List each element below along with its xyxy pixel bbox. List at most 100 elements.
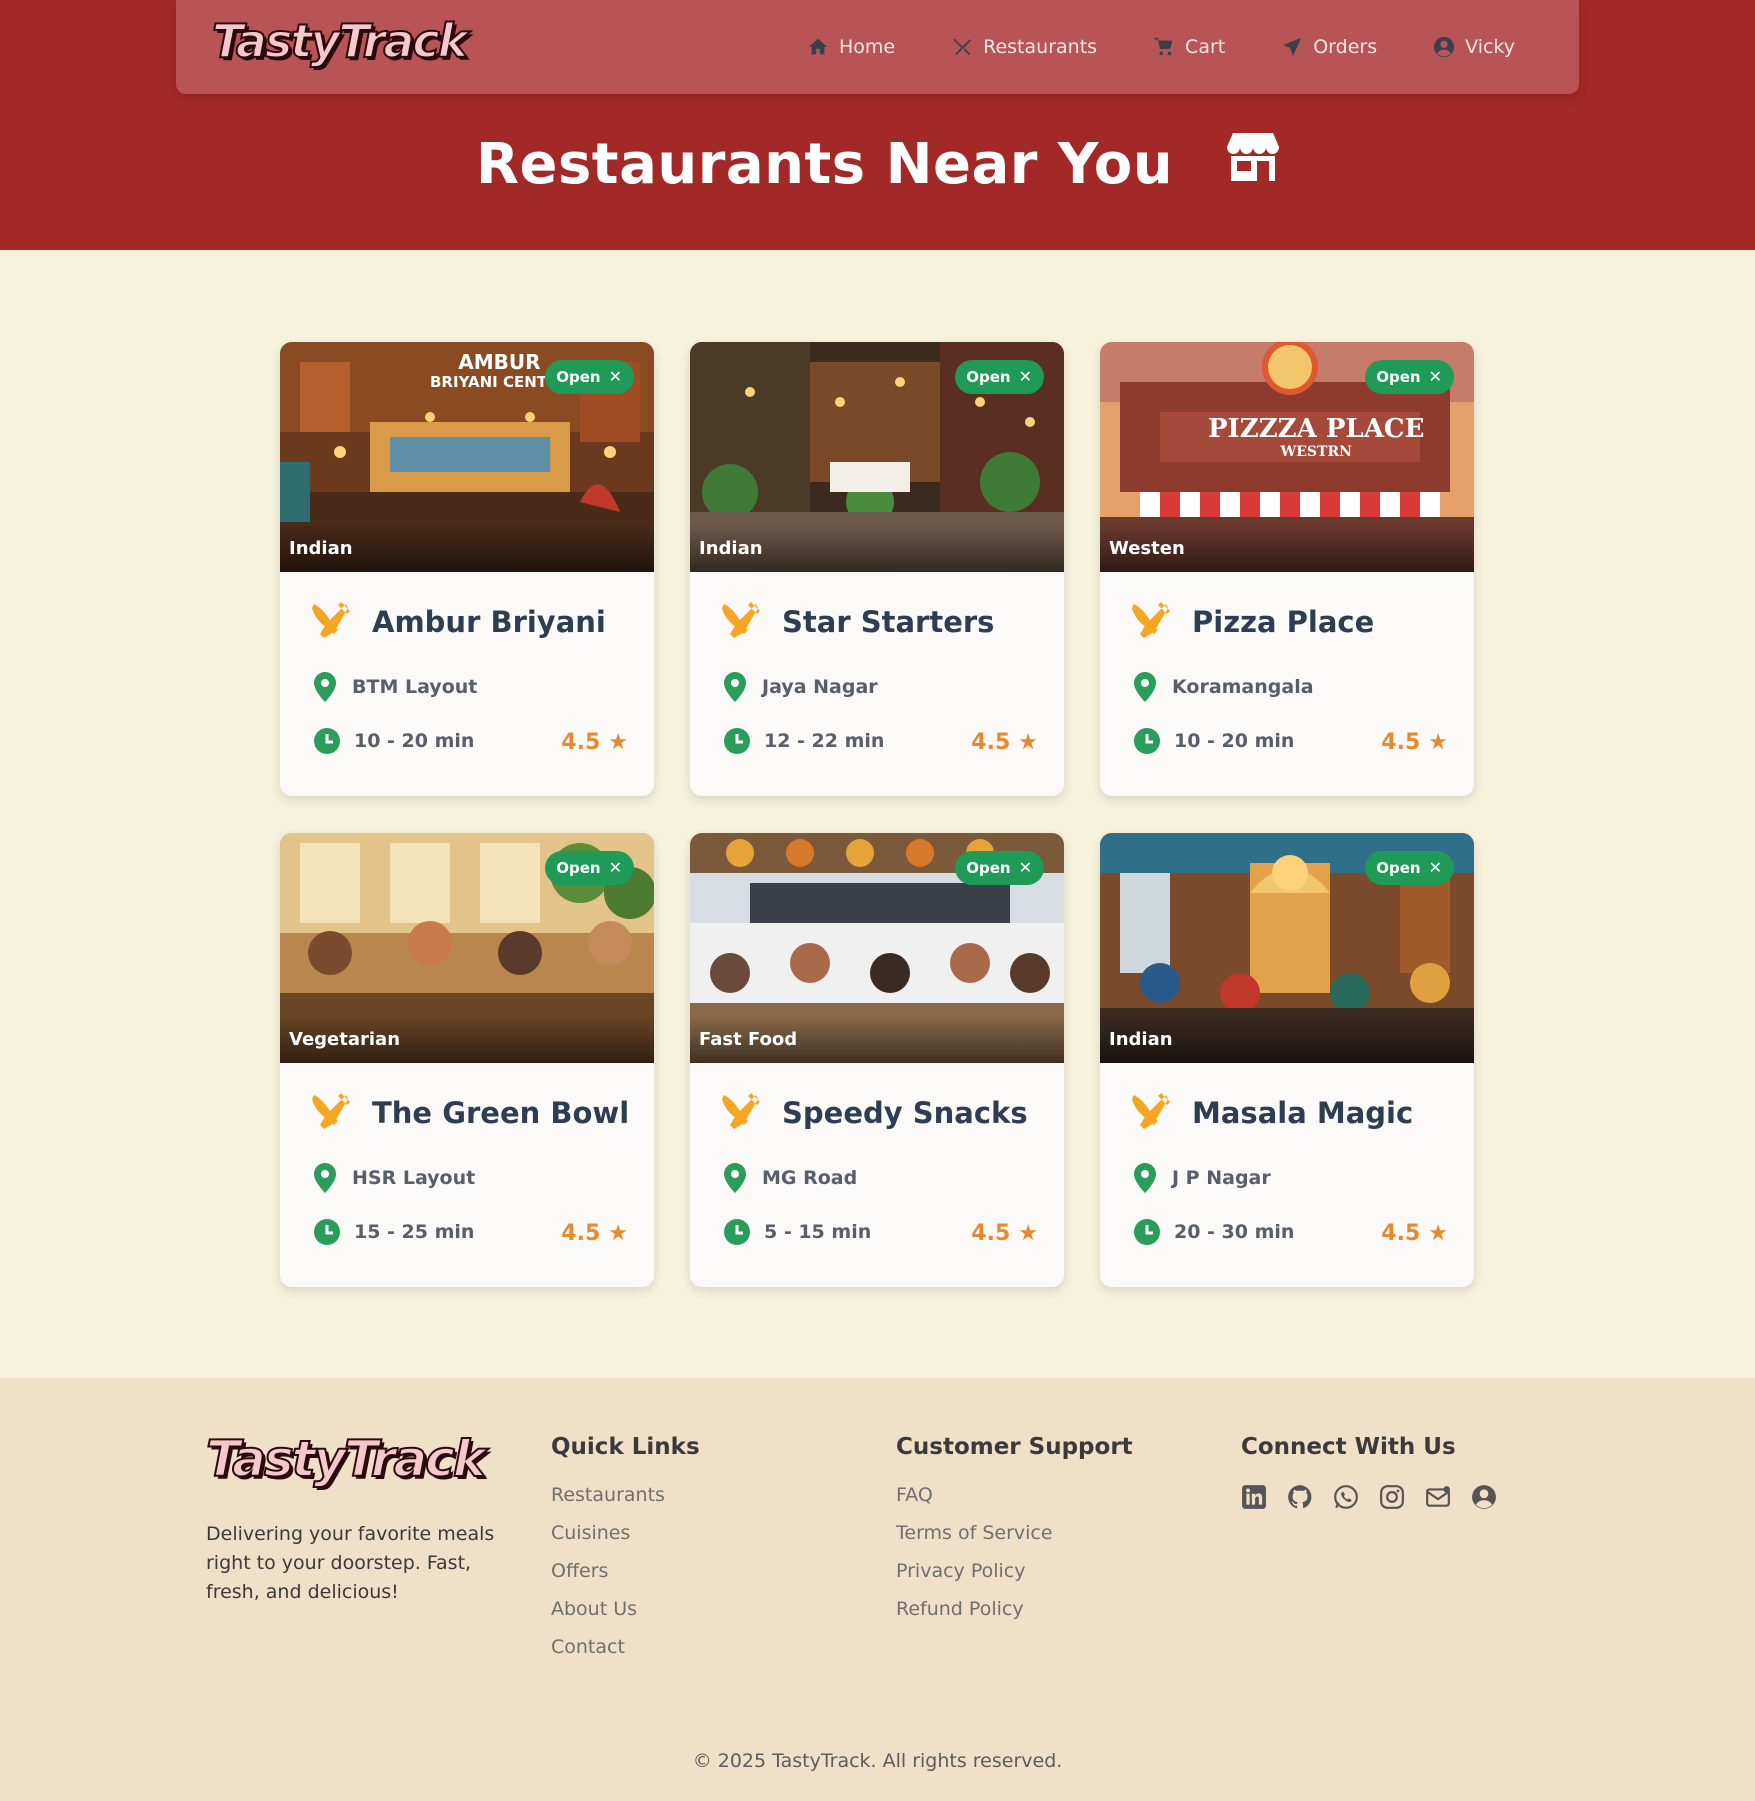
footer-link-restaurants[interactable]: Restaurants: [551, 1484, 700, 1506]
delivery-time: 10 - 20 min: [1174, 730, 1295, 752]
user-circle-icon: [1434, 36, 1455, 58]
rating: 4.5 ★: [1381, 730, 1448, 755]
location-pin-icon: [1134, 672, 1156, 702]
clock-icon: [724, 728, 750, 754]
delivery-time: 10 - 20 min: [354, 730, 475, 752]
restaurant-name: Star Starters: [782, 605, 995, 639]
delivery-time: 20 - 30 min: [1174, 1221, 1295, 1243]
footer-link-privacy[interactable]: Privacy Policy: [896, 1560, 1133, 1582]
location-pin-icon: [314, 672, 336, 702]
footer-link-contact[interactable]: Contact: [551, 1636, 700, 1658]
star-icon: ★: [608, 730, 628, 755]
restaurant-image: PIZZZA PLACE WESTRN Westen Open ✕: [1100, 342, 1474, 572]
footer-link-offers[interactable]: Offers: [551, 1560, 700, 1582]
instagram-icon[interactable]: [1379, 1484, 1405, 1510]
status-badge[interactable]: Open ✕: [955, 360, 1044, 394]
restaurant-sign: PIZZZA PLACE WESTRN: [1208, 414, 1425, 460]
close-icon: ✕: [1018, 367, 1032, 386]
close-icon: ✕: [608, 858, 622, 877]
star-icon: ★: [1428, 1221, 1448, 1246]
status-badge[interactable]: Open ✕: [1365, 851, 1454, 885]
restaurant-location: BTM Layout: [352, 676, 478, 698]
cuisine-label: Vegetarian: [289, 1029, 401, 1050]
customer-support: Customer Support FAQ Terms of Service Pr…: [896, 1434, 1133, 1636]
utensils-icon: [312, 602, 350, 638]
restaurant-card[interactable]: Vegetarian Open ✕ The Green Bowl HSR Layo…: [280, 833, 654, 1287]
footer-link-faq[interactable]: FAQ: [896, 1484, 1133, 1506]
restaurant-location: HSR Layout: [352, 1167, 476, 1189]
home-icon: [808, 38, 828, 55]
cuisine-label: Westen: [1109, 538, 1185, 559]
nav-restaurants[interactable]: Restaurants: [951, 36, 1097, 58]
status-badge[interactable]: Open ✕: [955, 851, 1044, 885]
star-icon: ★: [608, 1221, 628, 1246]
close-icon: ✕: [1428, 858, 1442, 877]
delivery-time: 12 - 22 min: [764, 730, 885, 752]
rating: 4.5 ★: [561, 730, 628, 755]
cart-icon: [1153, 37, 1173, 56]
linkedin-icon[interactable]: [1241, 1484, 1267, 1510]
restaurant-card[interactable]: Indian Open ✕ Star Starters Jaya Nagar 12…: [690, 342, 1064, 796]
store-icon: [1227, 130, 1280, 195]
footer-link-refund[interactable]: Refund Policy: [896, 1598, 1133, 1620]
restaurant-card[interactable]: Fast Food Open ✕ Speedy Snacks MG Road 5 …: [690, 833, 1064, 1287]
rating: 4.5 ★: [971, 730, 1038, 755]
user-circle-icon[interactable]: [1471, 1484, 1497, 1510]
footer: TastyTrack Delivering your favorite meal…: [0, 1378, 1755, 1801]
restaurant-name: Ambur Briyani: [372, 605, 606, 639]
close-icon: ✕: [1428, 367, 1442, 386]
footer-link-about[interactable]: About Us: [551, 1598, 700, 1620]
restaurant-location: J P Nagar: [1172, 1167, 1271, 1189]
rating: 4.5 ★: [971, 1221, 1038, 1246]
restaurant-card[interactable]: Indian Open ✕ Masala Magic J P Nagar 20 -…: [1100, 833, 1474, 1287]
location-pin-icon: [314, 1163, 336, 1193]
footer-logo[interactable]: TastyTrack: [205, 1429, 487, 1489]
restaurant-name: Speedy Snacks: [782, 1096, 1028, 1130]
star-icon: ★: [1428, 730, 1448, 755]
clock-icon: [314, 1219, 340, 1245]
footer-link-terms[interactable]: Terms of Service: [896, 1522, 1133, 1544]
navbar: TastyTrack Home Restaurants Cart Orders …: [176, 0, 1579, 94]
github-icon[interactable]: [1287, 1484, 1313, 1510]
whatsapp-icon[interactable]: [1333, 1484, 1359, 1510]
utensils-icon: [953, 38, 972, 56]
cuisine-label: Fast Food: [699, 1029, 798, 1050]
status-badge[interactable]: Open ✕: [1365, 360, 1454, 394]
close-icon: ✕: [608, 367, 622, 386]
page-title: Restaurants Near You: [0, 132, 1755, 197]
restaurant-image: Indian Open ✕: [1100, 833, 1474, 1063]
utensils-icon: [722, 1093, 760, 1129]
footer-tagline: Delivering your favorite meals right to …: [206, 1523, 495, 1603]
nav-home[interactable]: Home: [807, 36, 895, 58]
status-badge[interactable]: Open ✕: [545, 360, 634, 394]
footer-link-cuisines[interactable]: Cuisines: [551, 1522, 700, 1544]
close-icon: ✕: [1018, 858, 1032, 877]
clock-icon: [724, 1219, 750, 1245]
nav-orders[interactable]: Orders: [1281, 36, 1377, 58]
restaurant-name: Masala Magic: [1192, 1096, 1414, 1130]
nav-cart[interactable]: Cart: [1153, 36, 1225, 58]
connect-heading: Connect With Us: [1241, 1434, 1456, 1460]
status-badge[interactable]: Open ✕: [545, 851, 634, 885]
restaurant-card[interactable]: PIZZZA PLACE WESTRN Westen Open ✕ Pizza Pl…: [1100, 342, 1474, 796]
brand-logo[interactable]: TastyTrack: [211, 13, 469, 69]
mail-icon[interactable]: [1425, 1484, 1451, 1510]
nav-links: Home Restaurants Cart Orders Vicky: [751, 0, 1515, 94]
utensils-icon: [312, 1093, 350, 1129]
rating: 4.5 ★: [561, 1221, 628, 1246]
restaurant-image: Vegetarian Open ✕: [280, 833, 654, 1063]
cuisine-label: Indian: [1109, 1029, 1173, 1050]
utensils-icon: [1132, 602, 1170, 638]
star-icon: ★: [1018, 730, 1038, 755]
clock-icon: [1134, 1219, 1160, 1245]
restaurant-location: MG Road: [762, 1167, 858, 1189]
rating: 4.5 ★: [1381, 1221, 1448, 1246]
utensils-icon: [1132, 1093, 1170, 1129]
support-heading: Customer Support: [896, 1434, 1133, 1460]
nav-user[interactable]: Vicky: [1433, 36, 1515, 58]
quick-links: Quick Links Restaurants Cuisines Offers …: [551, 1434, 700, 1674]
restaurant-card[interactable]: AMBUR BRIYANI CENTER Indian Open ✕ Ambur B…: [280, 342, 654, 796]
location-pin-icon: [724, 1163, 746, 1193]
page-header: TastyTrack Home Restaurants Cart Orders …: [0, 0, 1755, 250]
restaurant-name: The Green Bowl: [372, 1096, 630, 1130]
